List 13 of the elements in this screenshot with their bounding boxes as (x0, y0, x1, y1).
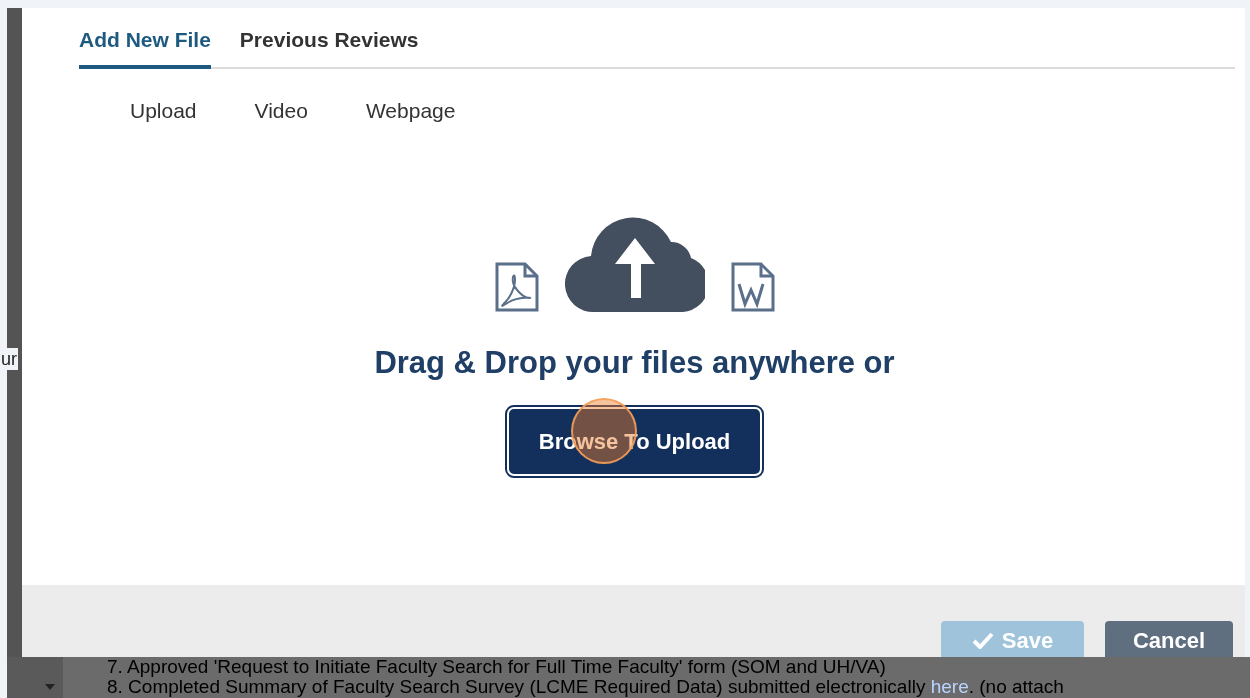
cancel-button[interactable]: Cancel (1105, 621, 1233, 657)
check-icon (971, 631, 994, 649)
background-text: ur (0, 348, 18, 370)
link[interactable]: here (930, 676, 969, 697)
tab[interactable]: Previous Reviews (239, 20, 419, 69)
upload-type-tab[interactable]: Video (254, 94, 308, 126)
tab[interactable]: Add New File (79, 20, 211, 69)
upload-type-tab[interactable]: Webpage (365, 94, 456, 126)
caret-icon[interactable] (45, 684, 55, 690)
upload-type-tab[interactable]: Upload (130, 94, 197, 126)
dropzone-heading: Drag & Drop your files anywhere or (374, 344, 895, 382)
background-text-line: 7. Approved 'Request to Initiate Faculty Search for Full Time Faculty' form (SOM and UH/VA) (107, 657, 887, 677)
background-text-line: 8. Completed Summary of Faculty Search Survey (LCME Required Data) submitted electronically here. (no attach (107, 677, 1065, 697)
